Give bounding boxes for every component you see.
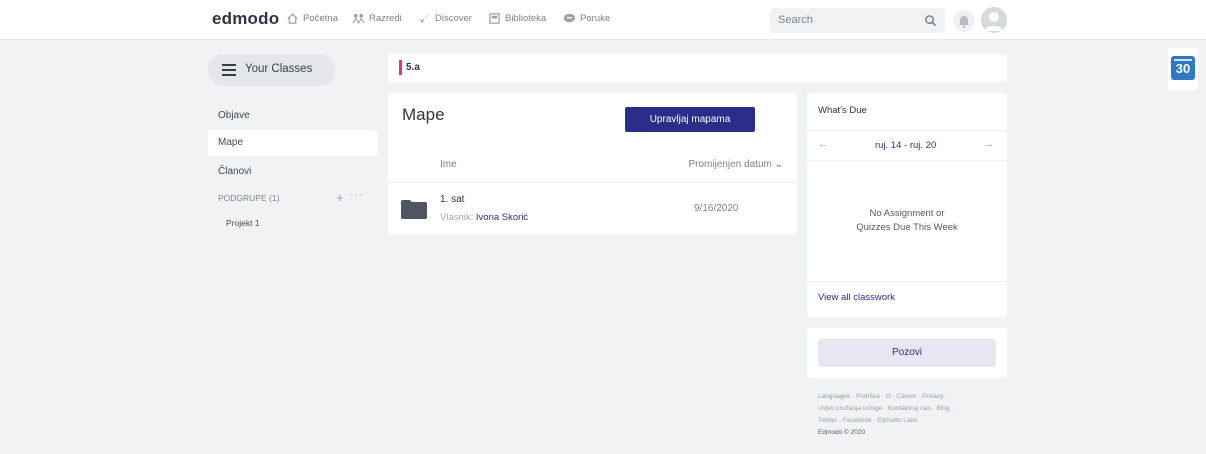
view-all-classwork-link[interactable]: View all classwork: [818, 292, 895, 303]
nav-home-label: Početna: [303, 13, 338, 24]
divider: [807, 160, 1007, 161]
bell-icon: [959, 16, 969, 28]
search-input[interactable]: Search: [770, 8, 945, 33]
nav-discover[interactable]: Discover: [418, 12, 472, 25]
folders-panel: Mape Upravljaj mapama Ime Promijenjen da…: [388, 93, 797, 234]
divider: [388, 182, 797, 183]
page-title: Mape: [402, 105, 445, 124]
nav-library[interactable]: Biblioteka: [488, 12, 546, 25]
message-icon: [563, 13, 576, 23]
avatar[interactable]: [981, 7, 1007, 33]
subgroup-item[interactable]: Projekt 1: [226, 218, 260, 228]
column-header-modified-date[interactable]: Promijenjen datum ⌄: [688, 159, 783, 170]
folder-owner: Vlasnik: Ivona Skorić: [440, 212, 528, 223]
your-classes-label: Your Classes: [245, 63, 313, 75]
folder-modified-date: 9/16/2020: [694, 203, 739, 214]
calendar-widget[interactable]: 30: [1168, 48, 1198, 90]
your-classes-button[interactable]: Your Classes: [208, 54, 335, 86]
empty-state-line: Quizzes Due This Week: [856, 222, 958, 233]
search-icon[interactable]: [924, 14, 937, 27]
class-name[interactable]: 5.a: [406, 62, 420, 73]
add-subgroup-icon[interactable]: +: [336, 190, 344, 205]
rocket-icon: [419, 13, 430, 24]
search-placeholder: Search: [778, 14, 813, 26]
nav-discover-label: Discover: [435, 13, 472, 24]
nav-messages[interactable]: Poruke: [563, 12, 610, 25]
next-week-arrow-icon[interactable]: →: [983, 138, 994, 150]
library-icon: [489, 13, 500, 24]
manage-folders-button[interactable]: Upravljaj mapama: [625, 107, 755, 132]
whats-due-panel: What's Due ← ruj. 14 - ruj. 20 → No Assi…: [807, 93, 1007, 317]
top-navigation: edmodo Početna Razredi Discover Bibliote…: [0, 0, 1206, 40]
more-options-icon[interactable]: ···: [350, 189, 364, 201]
invite-button[interactable]: Pozovi: [818, 339, 996, 367]
nav-library-label: Biblioteka: [505, 13, 547, 24]
classes-icon: [352, 13, 365, 24]
footer-line[interactable]: Uvjeti pružanja usluge · Kontaktiraj nas…: [818, 403, 998, 415]
divider: [807, 281, 1007, 282]
sidebar-item-folders[interactable]: Mape: [208, 130, 378, 156]
whats-due-title: What's Due: [818, 105, 867, 116]
class-header: 5.a: [388, 54, 1007, 82]
empty-state-line: No Assignment or: [869, 208, 945, 219]
week-range: ruj. 14 - ruj. 20: [875, 140, 937, 151]
sidebar-item-label: Članovi: [218, 166, 252, 177]
divider: [807, 130, 1007, 131]
nav-messages-label: Poruke: [580, 13, 611, 24]
nav-home[interactable]: Početna: [286, 12, 338, 25]
nav-classes-label: Razredi: [369, 13, 402, 24]
sidebar-item-label: Mape: [218, 137, 244, 148]
folder-icon: [401, 200, 427, 219]
owner-name[interactable]: Ivona Skorić: [476, 212, 528, 223]
nav-classes[interactable]: Razredi: [352, 12, 402, 25]
owner-label: Vlasnik:: [440, 212, 474, 223]
subgroups-heading: PODGRUPE (1): [218, 193, 280, 203]
invite-panel: Pozovi: [807, 328, 1007, 378]
class-color-marker: [399, 60, 402, 75]
notifications-button[interactable]: [953, 10, 975, 32]
hamburger-icon: [222, 64, 236, 76]
home-icon: [287, 13, 298, 24]
copyright: Edmodo © 2020: [818, 429, 866, 436]
footer-links: Languages · Podrška · O · Career · Priva…: [818, 391, 998, 439]
user-avatar-icon: [985, 12, 1003, 31]
previous-week-arrow-icon[interactable]: ←: [818, 138, 829, 150]
calendar-icon: 30: [1171, 56, 1195, 80]
footer-line[interactable]: Languages · Podrška · O · Career · Priva…: [818, 391, 998, 403]
folder-name[interactable]: 1. sat: [440, 194, 464, 205]
edmodo-logo[interactable]: edmodo: [212, 9, 279, 29]
footer-line[interactable]: Twitter · Facebook · Edmodo Labs: [818, 415, 998, 427]
empty-state-message: No Assignment or Quizzes Due This Week: [807, 207, 1007, 235]
sidebar-item-label: Objave: [218, 110, 250, 121]
column-header-name: Ime: [440, 159, 457, 170]
